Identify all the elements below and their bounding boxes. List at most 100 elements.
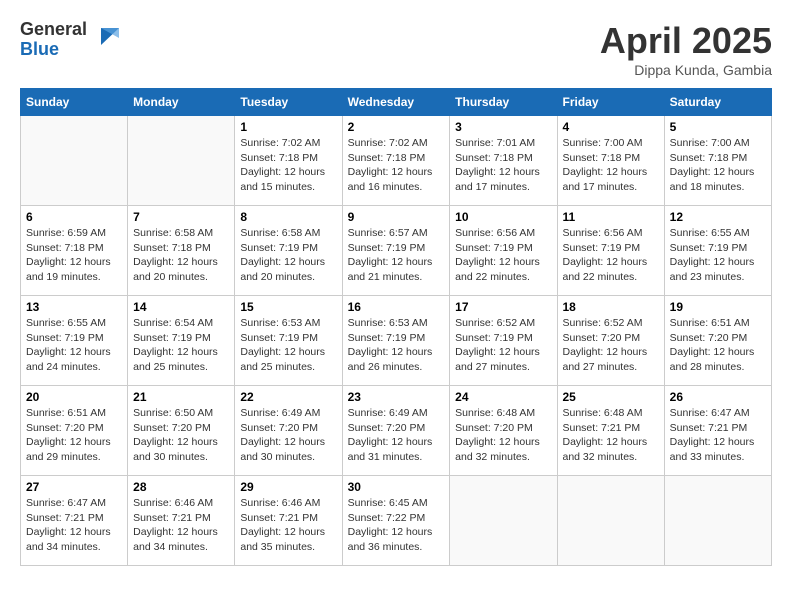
- daylight-text: Daylight: 12 hours and 30 minutes.: [133, 436, 218, 463]
- table-row: 13 Sunrise: 6:55 AM Sunset: 7:19 PM Dayl…: [21, 296, 128, 386]
- day-detail: Sunrise: 7:00 AM Sunset: 7:18 PM Dayligh…: [563, 136, 659, 195]
- sunrise-text: Sunrise: 6:58 AM: [133, 227, 213, 239]
- daylight-text: Daylight: 12 hours and 34 minutes.: [26, 526, 111, 553]
- daylight-text: Daylight: 12 hours and 32 minutes.: [563, 436, 648, 463]
- day-detail: Sunrise: 6:58 AM Sunset: 7:19 PM Dayligh…: [240, 226, 336, 285]
- day-number: 30: [348, 480, 445, 494]
- day-detail: Sunrise: 6:49 AM Sunset: 7:20 PM Dayligh…: [240, 406, 336, 465]
- table-row: 8 Sunrise: 6:58 AM Sunset: 7:19 PM Dayli…: [235, 206, 342, 296]
- daylight-text: Daylight: 12 hours and 17 minutes.: [563, 166, 648, 193]
- sunrise-text: Sunrise: 6:49 AM: [240, 407, 320, 419]
- calendar-week-row: 6 Sunrise: 6:59 AM Sunset: 7:18 PM Dayli…: [21, 206, 772, 296]
- sunset-text: Sunset: 7:19 PM: [240, 332, 318, 344]
- day-number: 26: [670, 390, 766, 404]
- day-detail: Sunrise: 6:53 AM Sunset: 7:19 PM Dayligh…: [240, 316, 336, 375]
- calendar-week-row: 20 Sunrise: 6:51 AM Sunset: 7:20 PM Dayl…: [21, 386, 772, 476]
- table-row: 12 Sunrise: 6:55 AM Sunset: 7:19 PM Dayl…: [664, 206, 771, 296]
- sunset-text: Sunset: 7:19 PM: [563, 242, 641, 254]
- day-detail: Sunrise: 6:55 AM Sunset: 7:19 PM Dayligh…: [670, 226, 766, 285]
- table-row: 3 Sunrise: 7:01 AM Sunset: 7:18 PM Dayli…: [450, 116, 557, 206]
- table-row: 23 Sunrise: 6:49 AM Sunset: 7:20 PM Dayl…: [342, 386, 450, 476]
- table-row: 22 Sunrise: 6:49 AM Sunset: 7:20 PM Dayl…: [235, 386, 342, 476]
- sunset-text: Sunset: 7:18 PM: [348, 152, 426, 164]
- sunrise-text: Sunrise: 7:02 AM: [348, 137, 428, 149]
- sunrise-text: Sunrise: 7:02 AM: [240, 137, 320, 149]
- calendar-week-row: 13 Sunrise: 6:55 AM Sunset: 7:19 PM Dayl…: [21, 296, 772, 386]
- day-number: 15: [240, 300, 336, 314]
- daylight-text: Daylight: 12 hours and 20 minutes.: [133, 256, 218, 283]
- table-row: 10 Sunrise: 6:56 AM Sunset: 7:19 PM Dayl…: [450, 206, 557, 296]
- table-row: 9 Sunrise: 6:57 AM Sunset: 7:19 PM Dayli…: [342, 206, 450, 296]
- logo-general: General: [20, 20, 87, 40]
- calendar-header-row: Sunday Monday Tuesday Wednesday Thursday…: [21, 89, 772, 116]
- header-wednesday: Wednesday: [342, 89, 450, 116]
- sunrise-text: Sunrise: 6:47 AM: [26, 497, 106, 509]
- day-number: 20: [26, 390, 122, 404]
- daylight-text: Daylight: 12 hours and 22 minutes.: [563, 256, 648, 283]
- header-sunday: Sunday: [21, 89, 128, 116]
- table-row: 4 Sunrise: 7:00 AM Sunset: 7:18 PM Dayli…: [557, 116, 664, 206]
- calendar-location: Dippa Kunda, Gambia: [600, 62, 772, 78]
- header-tuesday: Tuesday: [235, 89, 342, 116]
- day-detail: Sunrise: 7:00 AM Sunset: 7:18 PM Dayligh…: [670, 136, 766, 195]
- sunset-text: Sunset: 7:18 PM: [563, 152, 641, 164]
- sunset-text: Sunset: 7:21 PM: [670, 422, 748, 434]
- table-row: [128, 116, 235, 206]
- day-number: 12: [670, 210, 766, 224]
- day-detail: Sunrise: 6:55 AM Sunset: 7:19 PM Dayligh…: [26, 316, 122, 375]
- daylight-text: Daylight: 12 hours and 21 minutes.: [348, 256, 433, 283]
- daylight-text: Daylight: 12 hours and 35 minutes.: [240, 526, 325, 553]
- sunset-text: Sunset: 7:18 PM: [240, 152, 318, 164]
- daylight-text: Daylight: 12 hours and 28 minutes.: [670, 346, 755, 373]
- sunset-text: Sunset: 7:20 PM: [240, 422, 318, 434]
- day-number: 29: [240, 480, 336, 494]
- day-detail: Sunrise: 6:45 AM Sunset: 7:22 PM Dayligh…: [348, 496, 445, 555]
- day-detail: Sunrise: 6:58 AM Sunset: 7:18 PM Dayligh…: [133, 226, 229, 285]
- sunrise-text: Sunrise: 6:55 AM: [26, 317, 106, 329]
- page-header: General Blue April 2025 Dippa Kunda, Gam…: [20, 20, 772, 78]
- day-number: 18: [563, 300, 659, 314]
- day-number: 11: [563, 210, 659, 224]
- header-saturday: Saturday: [664, 89, 771, 116]
- sunset-text: Sunset: 7:18 PM: [455, 152, 533, 164]
- sunset-text: Sunset: 7:19 PM: [26, 332, 104, 344]
- day-detail: Sunrise: 7:02 AM Sunset: 7:18 PM Dayligh…: [348, 136, 445, 195]
- day-number: 21: [133, 390, 229, 404]
- daylight-text: Daylight: 12 hours and 26 minutes.: [348, 346, 433, 373]
- table-row: 15 Sunrise: 6:53 AM Sunset: 7:19 PM Dayl…: [235, 296, 342, 386]
- daylight-text: Daylight: 12 hours and 27 minutes.: [563, 346, 648, 373]
- day-detail: Sunrise: 6:54 AM Sunset: 7:19 PM Dayligh…: [133, 316, 229, 375]
- day-detail: Sunrise: 6:50 AM Sunset: 7:20 PM Dayligh…: [133, 406, 229, 465]
- sunset-text: Sunset: 7:19 PM: [348, 332, 426, 344]
- table-row: 28 Sunrise: 6:46 AM Sunset: 7:21 PM Dayl…: [128, 476, 235, 566]
- day-number: 13: [26, 300, 122, 314]
- sunset-text: Sunset: 7:21 PM: [240, 512, 318, 524]
- daylight-text: Daylight: 12 hours and 20 minutes.: [240, 256, 325, 283]
- logo-icon: [91, 20, 121, 55]
- daylight-text: Daylight: 12 hours and 31 minutes.: [348, 436, 433, 463]
- day-number: 3: [455, 120, 551, 134]
- daylight-text: Daylight: 12 hours and 29 minutes.: [26, 436, 111, 463]
- logo-blue: Blue: [20, 40, 87, 60]
- logo: General Blue: [20, 20, 121, 60]
- day-detail: Sunrise: 6:52 AM Sunset: 7:20 PM Dayligh…: [563, 316, 659, 375]
- sunrise-text: Sunrise: 6:45 AM: [348, 497, 428, 509]
- sunset-text: Sunset: 7:19 PM: [455, 242, 533, 254]
- day-number: 28: [133, 480, 229, 494]
- table-row: [450, 476, 557, 566]
- day-detail: Sunrise: 6:48 AM Sunset: 7:20 PM Dayligh…: [455, 406, 551, 465]
- sunrise-text: Sunrise: 6:54 AM: [133, 317, 213, 329]
- sunrise-text: Sunrise: 6:46 AM: [240, 497, 320, 509]
- daylight-text: Daylight: 12 hours and 36 minutes.: [348, 526, 433, 553]
- daylight-text: Daylight: 12 hours and 17 minutes.: [455, 166, 540, 193]
- sunset-text: Sunset: 7:19 PM: [348, 242, 426, 254]
- day-number: 27: [26, 480, 122, 494]
- day-number: 10: [455, 210, 551, 224]
- sunrise-text: Sunrise: 6:53 AM: [240, 317, 320, 329]
- table-row: 19 Sunrise: 6:51 AM Sunset: 7:20 PM Dayl…: [664, 296, 771, 386]
- calendar-week-row: 1 Sunrise: 7:02 AM Sunset: 7:18 PM Dayli…: [21, 116, 772, 206]
- day-detail: Sunrise: 6:46 AM Sunset: 7:21 PM Dayligh…: [240, 496, 336, 555]
- sunset-text: Sunset: 7:20 PM: [133, 422, 211, 434]
- day-detail: Sunrise: 6:48 AM Sunset: 7:21 PM Dayligh…: [563, 406, 659, 465]
- day-number: 17: [455, 300, 551, 314]
